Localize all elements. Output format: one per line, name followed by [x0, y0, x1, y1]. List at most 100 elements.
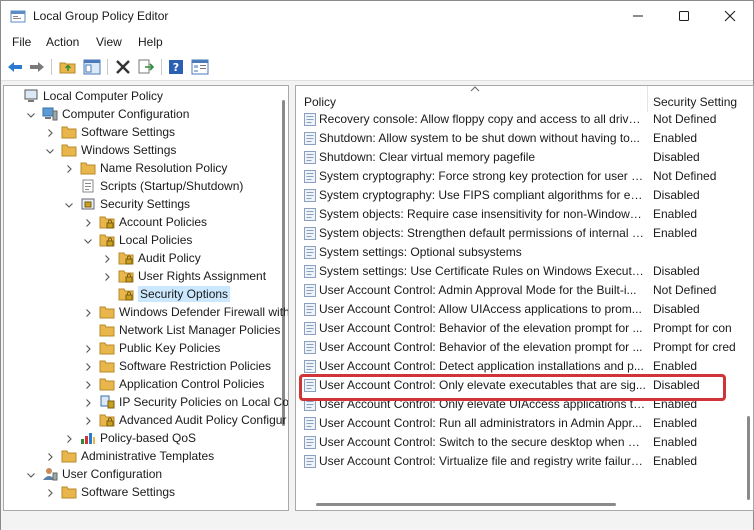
policy-row[interactable]: User Account Control: Admin Approval Mod… [296, 281, 753, 300]
chevron-right-icon[interactable] [45, 451, 55, 461]
tree-node[interactable]: IP Security Policies on Local Cor [83, 393, 288, 411]
show-hide-tree-button[interactable] [82, 58, 102, 76]
policy-row[interactable]: System cryptography: Use FIPS compliant … [296, 186, 753, 205]
tree-scroll-thumb[interactable] [282, 100, 285, 426]
policy-row[interactable]: User Account Control: Behavior of the el… [296, 338, 753, 357]
up-one-level-button[interactable] [58, 58, 78, 76]
properties-button[interactable] [190, 58, 210, 76]
forward-button[interactable] [27, 58, 47, 76]
chevron-right-icon[interactable] [83, 415, 93, 425]
policy-name: User Account Control: Run all administra… [319, 416, 642, 430]
close-button[interactable] [707, 1, 753, 31]
tree-node[interactable]: Application Control Policies [83, 375, 264, 393]
chevron-right-icon[interactable] [83, 397, 93, 407]
chevron-down-icon[interactable] [26, 469, 36, 479]
chevron-down-icon[interactable] [83, 235, 93, 245]
menu-help[interactable]: Help [138, 35, 163, 49]
chevron-right-icon[interactable] [102, 271, 112, 281]
policy-row[interactable]: User Account Control: Allow UIAccess app… [296, 300, 753, 319]
folder-lock-icon [99, 215, 115, 229]
chevron-right-icon[interactable] [64, 433, 74, 443]
chevron-right-icon[interactable] [83, 379, 93, 389]
policy-row[interactable]: Shutdown: Clear virtual memory pagefile D… [296, 148, 753, 167]
tree-node[interactable]: Advanced Audit Policy Configur [83, 411, 286, 429]
menu-file[interactable]: File [12, 35, 31, 49]
tree-node[interactable]: Security Settings [64, 195, 190, 213]
tree-node[interactable]: Policy-based QoS [64, 429, 196, 447]
delete-button[interactable] [113, 58, 133, 76]
chevron-right-icon[interactable] [64, 163, 74, 173]
policy-row[interactable]: User Account Control: Behavior of the el… [296, 319, 753, 338]
policy-security-setting: Enabled [653, 454, 698, 468]
tree-node[interactable]: Windows Defender Firewall with [83, 303, 288, 321]
tree-node[interactable]: User Rights Assignment [102, 267, 266, 285]
list-horizontal-scrollbar[interactable] [296, 498, 745, 510]
back-button[interactable] [5, 58, 25, 76]
chevron-right-icon[interactable] [102, 253, 112, 263]
policy-icon [304, 246, 316, 259]
tree-node[interactable]: Computer Configuration [26, 105, 189, 123]
policy-row[interactable]: User Account Control: Virtualize file an… [296, 452, 753, 471]
tree-node-label: Policy-based QoS [100, 431, 197, 445]
chevron-right-icon[interactable] [83, 217, 93, 227]
list-hscroll-thumb[interactable] [316, 503, 616, 506]
console-tree-pane[interactable]: Local Computer Policy Computer Configurat… [3, 85, 289, 511]
tree-node[interactable]: Audit Policy [102, 249, 201, 267]
policy-row[interactable]: User Account Control: Switch to the secu… [296, 433, 753, 452]
policy-icon [304, 208, 316, 221]
policy-row[interactable]: Shutdown: Allow system to be shut down w… [296, 129, 753, 148]
policy-security-setting: Disabled [653, 264, 700, 278]
tree-node[interactable]: Windows Settings [45, 141, 176, 159]
export-list-button[interactable] [136, 58, 156, 76]
menu-view[interactable]: View [96, 35, 122, 49]
policy-row[interactable]: Recovery console: Allow floppy copy and … [296, 110, 753, 129]
user-config-icon [42, 467, 58, 481]
tree-node[interactable]: Name Resolution Policy [64, 159, 227, 177]
column-header-security-setting[interactable]: Security Setting [653, 86, 753, 112]
chevron-right-icon[interactable] [83, 307, 93, 317]
menu-action[interactable]: Action [46, 35, 79, 49]
policy-row[interactable]: System objects: Require case insensitivi… [296, 205, 753, 224]
chevron-down-icon[interactable] [26, 109, 36, 119]
tree-node[interactable]: Software Restriction Policies [83, 357, 271, 375]
tree-node[interactable]: Administrative Templates [45, 447, 214, 465]
maximize-button[interactable] [661, 1, 707, 31]
tree-node[interactable]: Public Key Policies [83, 339, 220, 357]
policy-icon [304, 113, 316, 126]
tree-node[interactable]: User Configuration [26, 465, 162, 483]
list-vertical-scrollbar[interactable] [745, 86, 753, 510]
policy-row[interactable]: System settings: Use Certificate Rules o… [296, 262, 753, 281]
chevron-right-icon[interactable] [83, 343, 93, 353]
policy-name: System settings: Use Certificate Rules o… [319, 264, 646, 278]
policy-row[interactable]: User Account Control: Run all administra… [296, 414, 753, 433]
tree-node[interactable]: Network List Manager Policies [83, 321, 280, 339]
policy-name: User Account Control: Behavior of the el… [319, 321, 643, 335]
tree-node[interactable]: Local Policies [83, 231, 192, 249]
minimize-button[interactable] [615, 1, 661, 31]
policy-row[interactable]: System cryptography: Force strong key pr… [296, 167, 753, 186]
folder-icon [99, 377, 115, 391]
list-scroll-thumb[interactable] [747, 416, 750, 500]
tree-node[interactable]: Software Settings [45, 123, 175, 141]
chevron-right-icon[interactable] [83, 361, 93, 371]
policy-list-pane[interactable]: Policy Security Setting Recovery console… [295, 85, 754, 511]
policy-icon [304, 341, 316, 354]
chevron-down-icon[interactable] [45, 145, 55, 155]
tree-node[interactable]: Security Options [102, 285, 231, 303]
policy-row[interactable]: System settings: Optional subsystems [296, 243, 753, 262]
chevron-right-icon[interactable] [45, 487, 55, 497]
policy-row[interactable]: System objects: Strengthen default permi… [296, 224, 753, 243]
chevron-right-icon[interactable] [45, 127, 55, 137]
column-divider[interactable] [647, 86, 648, 112]
tree-node[interactable]: Scripts (Startup/Shutdown) [64, 177, 243, 195]
help-button[interactable]: ? [166, 58, 186, 76]
tree-vertical-scrollbar[interactable] [280, 86, 288, 510]
tree-node[interactable]: Software Settings [45, 483, 175, 501]
chevron-down-icon[interactable] [64, 199, 74, 209]
policy-security-setting: Enabled [653, 416, 698, 430]
security-icon [80, 197, 96, 211]
tree-node[interactable]: Local Computer Policy [7, 87, 163, 105]
tree-node[interactable]: Account Policies [83, 213, 207, 231]
window-title: Local Group Policy Editor [33, 9, 169, 23]
tree-node-label: Software Settings [81, 485, 176, 499]
